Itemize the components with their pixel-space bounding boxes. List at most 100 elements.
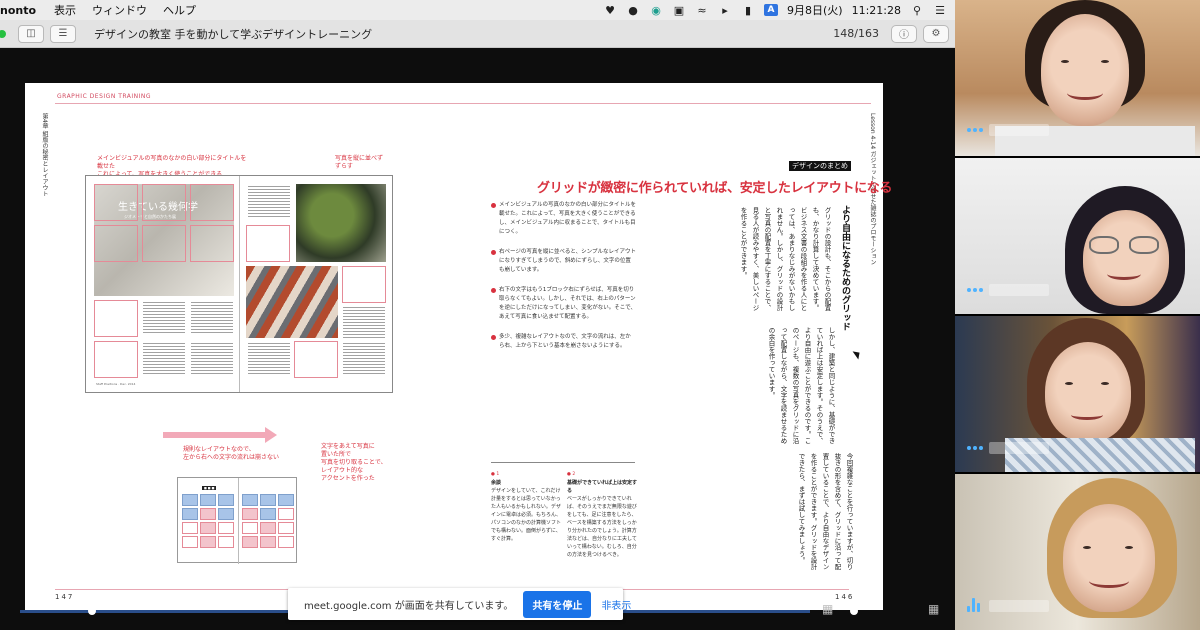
sidebar-toggle-button[interactable]: ◫ (18, 24, 44, 43)
participant-face (1083, 210, 1169, 306)
screen: nonto 表示 ウィンドウ ヘルプ ♥ ● ◉ ▣ ≈ ▸ ▮ A 9月8日(… (0, 0, 1200, 630)
page-grid-icon-right[interactable]: ▦ (928, 602, 939, 616)
participant-tile-4[interactable] (955, 474, 1200, 630)
grid-diagram-cell (278, 508, 294, 520)
settings-gear-icon[interactable]: ⚙ (923, 24, 949, 43)
battery-icon[interactable]: ▮ (741, 4, 755, 17)
window-zoom-button[interactable] (0, 29, 6, 38)
sample-spread-thumbnail: 生きている幾何学 ジオメトリと自然のかたち展 Staff Positions ·… (85, 175, 393, 393)
note-a-number: ● 1 (491, 472, 500, 477)
point-item: 多少、複雑なレイアウトなので、文字の流れは、左から右、上から下という基本を崩さな… (491, 333, 636, 351)
screen-icon[interactable]: ▣ (672, 4, 686, 17)
teal-app-icon[interactable]: ◉ (649, 4, 663, 17)
scrubber-start-knob[interactable] (88, 607, 96, 615)
page-number-left: 147 (55, 593, 75, 601)
participant-tile-3[interactable] (955, 316, 1200, 472)
grid-cell (246, 225, 290, 262)
audio-indicator-icon (967, 288, 983, 292)
grid-diagram-cell (278, 522, 294, 534)
participant-eye (1083, 546, 1091, 549)
participant-face (1041, 14, 1129, 126)
input-source-icon[interactable]: A (764, 4, 778, 16)
grid-cell (94, 341, 138, 378)
annotation-bottom-left: 規則なレイアウトなので、 左から右への文字の流れは崩さない (183, 446, 280, 461)
participant-smile (1071, 410, 1103, 420)
participant-glasses (1089, 236, 1119, 254)
clock-date[interactable]: 9月8日(火) (787, 2, 843, 18)
grid-cell (94, 184, 138, 221)
flow-arrow (163, 432, 267, 438)
grid-diagram-tag: ■ ■ ■ (202, 486, 217, 490)
app-menu[interactable]: nonto (0, 4, 36, 17)
participant-eye (1101, 60, 1109, 63)
volume-icon[interactable]: ▸ (718, 4, 732, 17)
grid-cell (142, 184, 186, 221)
menu-help[interactable]: ヘルプ (163, 2, 196, 18)
participant-name-label (989, 124, 1049, 136)
book-spread[interactable]: GRAPHIC DESIGN TRAINING 第4章 組版の秘密とレイアウト … (25, 83, 893, 610)
grid-diagram-cell (242, 494, 258, 506)
shield-icon[interactable]: ♥ (603, 4, 617, 17)
point-item: 右下の文字はもう1ブロック右にずらせば、写真を切り取らなくてもよい。しかし、それ… (491, 286, 636, 322)
note-b-body: ベースがしっかりできていれば、そのうえでまだ無限な遊びをしても、足に注意をしたら… (567, 496, 637, 558)
menu-window[interactable]: ウィンドウ (92, 2, 147, 18)
thumb-text (343, 307, 385, 340)
stop-sharing-button[interactable]: 共有を停止 (523, 590, 592, 618)
grid-diagram-cell (260, 508, 276, 520)
note-b-title: 基礎ができていれば上は安定する (567, 480, 638, 494)
participant-name-label (989, 284, 1049, 296)
annotation-top-right: 写真を縦に並べず ずらす (335, 155, 384, 170)
wifi-icon[interactable]: ≈ (695, 4, 709, 17)
chapter-side-label: 第4章 組版の秘密とレイアウト (41, 113, 48, 197)
audio-indicator-icon (967, 446, 983, 450)
participant-tile-1[interactable] (955, 0, 1200, 156)
participant-tile-2[interactable] (955, 158, 1200, 314)
grid-diagram-cell (242, 508, 258, 520)
thumb-text (248, 186, 290, 219)
grid-cell (294, 341, 338, 378)
share-message: meet.google.com が画面を共有しています。 (304, 600, 514, 612)
grid-diagram-cell (278, 536, 294, 548)
status-area: ♥ ● ◉ ▣ ≈ ▸ ▮ A 9月8日(火) 11:21:28 ⚲ ☰ (603, 2, 955, 18)
thumb-photo-stairs (246, 266, 338, 338)
search-icon[interactable]: ⚲ (910, 4, 924, 17)
grid-diagram-cell (200, 536, 216, 548)
grid-diagram-cell (278, 494, 294, 506)
control-center-icon[interactable]: ☰ (933, 4, 947, 17)
grid-diagram-gutter (238, 478, 239, 564)
info-button[interactable]: ⓘ (891, 24, 917, 43)
participant-face (1045, 342, 1131, 442)
hide-share-bar-button[interactable]: 非表示 (601, 597, 631, 612)
point-item: 右ページの写真を縦に並べると、シンプルなレイアウトになりすぎてしまうので、斜めに… (491, 248, 636, 275)
menu-view[interactable]: 表示 (54, 2, 76, 18)
header-rule (55, 103, 871, 104)
grid-cell (94, 225, 138, 262)
thumb-text (191, 302, 233, 335)
toc-button[interactable]: ☰ (50, 24, 76, 43)
participant-strip (955, 0, 1200, 630)
thumb-text (143, 343, 185, 376)
section-heading-vertical: より自由になるためのグリッド (840, 205, 850, 331)
scrubber-end-knob[interactable] (850, 607, 858, 615)
book-viewport: GRAPHIC DESIGN TRAINING 第4章 組版の秘密とレイアウト … (0, 48, 955, 630)
screen-share-bar: meet.google.com が画面を共有しています。 共有を停止 非表示 (288, 588, 631, 620)
note-a-body: デザインをしていて、これだけ計量をするとは思っていなかった人もいるかもしれない。… (491, 488, 562, 542)
thumb-text (143, 302, 185, 335)
note-b-number: ● 2 (567, 472, 576, 477)
grid-diagram-cell (218, 508, 234, 520)
participant-name-label (989, 442, 1049, 454)
participant-eye (1061, 60, 1069, 63)
body-text-column-1: グリッドの設計も、そこからの配置も、かなり計算して決めています。ビジネス文書の段… (739, 207, 831, 311)
clock-time[interactable]: 11:21:28 (852, 4, 901, 17)
creative-cloud-icon[interactable]: ● (626, 4, 640, 17)
annotation-bottom-right: 文字をあえて写真に 置いた所で 写真を切り取ることで、 レイアウト的な アクセン… (321, 443, 387, 482)
body-text-column-3: 今回複雑なことを行っていますが、切り抜きの形を含めて、グリッドに沿って配置してい… (797, 453, 853, 570)
point-item: メインビジュアルの写真のなかの白い部分にタイトルを載せた。これによって、写真を大… (491, 201, 636, 237)
grid-diagram-cell (182, 522, 198, 534)
participant-smile (1107, 268, 1141, 280)
thumb-text (248, 343, 290, 376)
page-grid-icon[interactable]: ▦ (822, 602, 833, 616)
summary-tag: デザインのまとめ (789, 161, 851, 171)
participant-face (1063, 504, 1155, 612)
grid-cell (342, 266, 386, 303)
